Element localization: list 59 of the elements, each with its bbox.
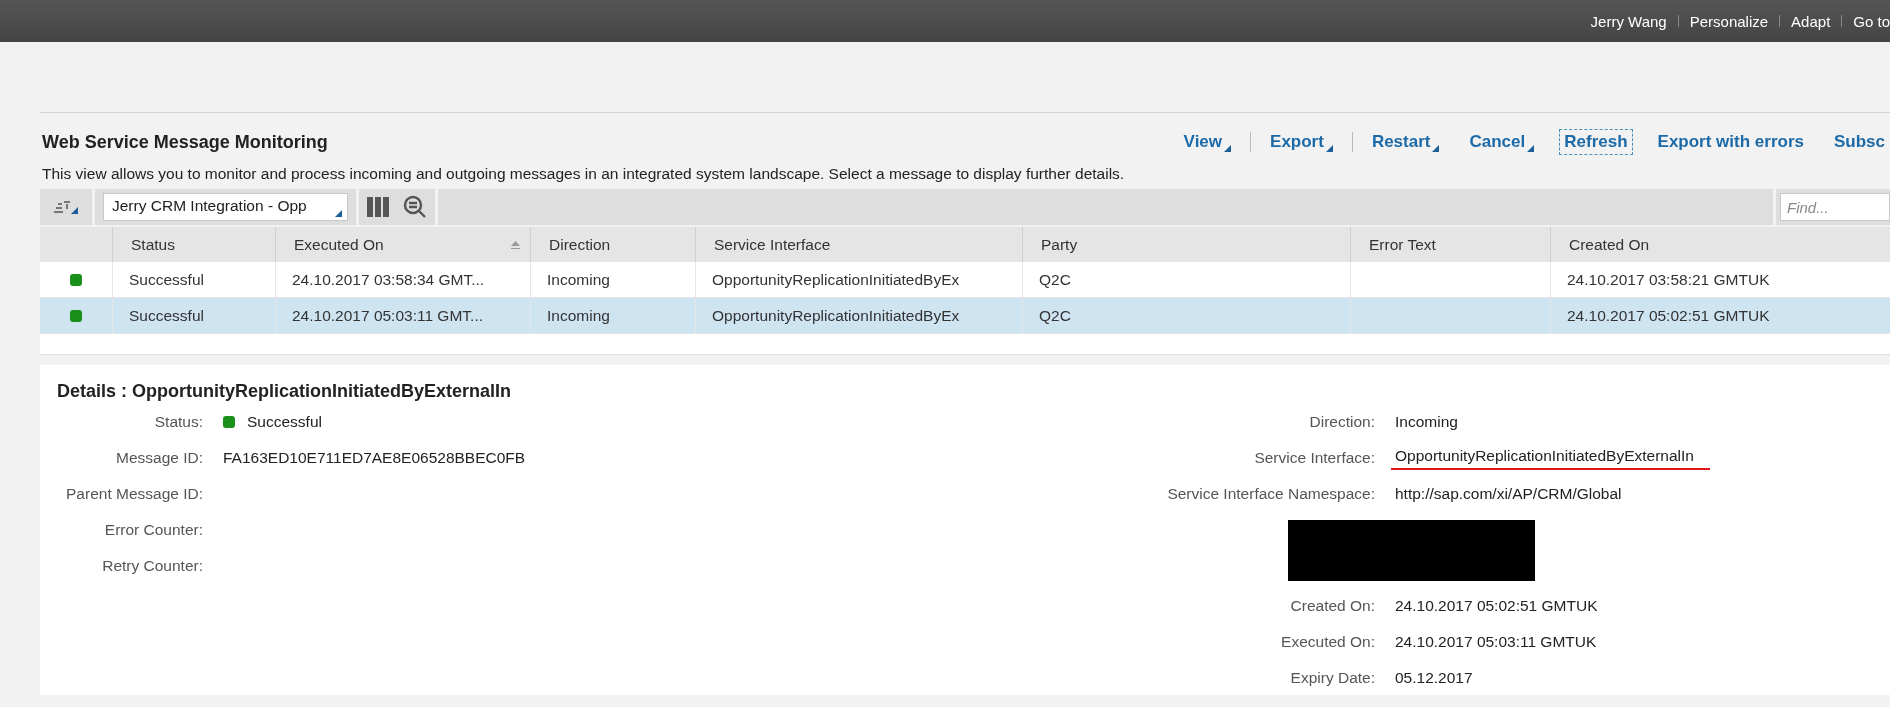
field-label: Expiry Date:: [1289, 669, 1375, 687]
field-value: Incoming: [1395, 413, 1458, 431]
field-label: Retry Counter:: [101, 557, 203, 575]
field-label: Created On:: [1289, 597, 1375, 615]
table-row[interactable]: Successful 24.10.2017 03:58:34 GMT... Incoming OpportunityReplicationInitiatedByEx Q2C 24.10.2017 03:58:21 GMTUK: [40, 262, 1890, 298]
find-field[interactable]: Find...: [1780, 193, 1890, 221]
columns-icon[interactable]: [367, 197, 389, 217]
field-label: Direction:: [1308, 413, 1375, 431]
field-value: Successful: [247, 413, 322, 431]
table-cell: Successful: [129, 306, 204, 325]
field-label: Service Interface:: [1253, 449, 1375, 467]
action-link[interactable]: Subsc: [1828, 129, 1890, 155]
zoom-search-icon[interactable]: [403, 195, 427, 219]
field-label: Status:: [153, 413, 203, 431]
table-cell: 24.10.2017 03:58:21 GMTUK: [1567, 270, 1770, 289]
dropdown-caret-icon: [335, 210, 342, 217]
table-cell: 24.10.2017 05:02:51 GMTUK: [1567, 306, 1770, 325]
table-cell: 24.10.2017 03:58:34 GMT...: [292, 270, 485, 289]
action-link[interactable]: Export with errors: [1652, 129, 1809, 155]
caret-icon: [1527, 145, 1535, 152]
table-cell: Q2C: [1039, 270, 1071, 289]
top-bar-link[interactable]: Personalize: [1689, 12, 1769, 30]
menu-button[interactable]: Restart: [1366, 129, 1445, 155]
field-label: Executed On:: [1280, 633, 1375, 651]
details-title: Details : OpportunityReplicationInitiatedByExternalIn: [57, 381, 513, 402]
table-cell: 24.10.2017 05:03:11 GMT...: [292, 306, 483, 325]
page-description: This view allows you to monitor and process incoming and outgoing messages in an integrated system landscape. Select a message to display further details.: [42, 165, 1126, 183]
table-cell: Q2C: [1039, 306, 1071, 325]
menu-button[interactable]: View: [1178, 129, 1237, 155]
table-cell: Incoming: [547, 270, 610, 289]
menu-button[interactable]: Export: [1265, 129, 1338, 155]
sort-ascending-icon: [511, 240, 520, 249]
user-name-link[interactable]: Jerry Wang: [1590, 12, 1667, 30]
top-bar-link[interactable]: Go to: [1853, 12, 1890, 30]
caret-icon: [1325, 145, 1333, 152]
table-cell: OpportunityReplicationInitiatedByEx: [712, 270, 960, 289]
table-cell: OpportunityReplicationInitiatedByEx: [712, 306, 960, 325]
page-title: Web Service Message Monitoring: [42, 131, 328, 153]
sort-icon: [54, 200, 70, 214]
variant-dropdown[interactable]: Jerry CRM Integration - Opp: [103, 193, 348, 221]
caret-icon: [1432, 145, 1440, 152]
field-value: OpportunityReplicationInitiatedByExternalIn: [1395, 446, 1694, 465]
action-link[interactable]: Refresh: [1559, 129, 1633, 155]
field-value: http://sap.com/xi/AP/CRM/Global: [1395, 485, 1622, 503]
caret-icon: [71, 207, 78, 214]
caret-icon: [1224, 145, 1232, 152]
table-row[interactable]: Successful 24.10.2017 05:03:11 GMT... Incoming OpportunityReplicationInitiatedByEx Q2C 24.10.2017 05:02:51 GMTUK: [40, 298, 1890, 334]
field-label: Parent Message ID:: [65, 485, 203, 503]
field-label: Error Counter:: [103, 521, 203, 539]
field-value: FA163ED10E711ED7AE8E06528BBEC0FB: [223, 449, 526, 467]
top-bar-link[interactable]: Adapt: [1791, 12, 1831, 30]
table-cell: Successful: [129, 270, 204, 289]
menu-button[interactable]: Cancel: [1464, 129, 1540, 155]
table-cell: Incoming: [547, 306, 610, 325]
field-label: Message ID:: [115, 449, 203, 467]
field-label: Service Interface Namespace:: [1166, 485, 1375, 503]
field-value: 24.10.2017 05:02:51 GMTUK: [1395, 597, 1598, 615]
field-value: 24.10.2017 05:03:11 GMTUK: [1395, 633, 1597, 651]
field-value: 05.12.2017: [1395, 669, 1473, 687]
